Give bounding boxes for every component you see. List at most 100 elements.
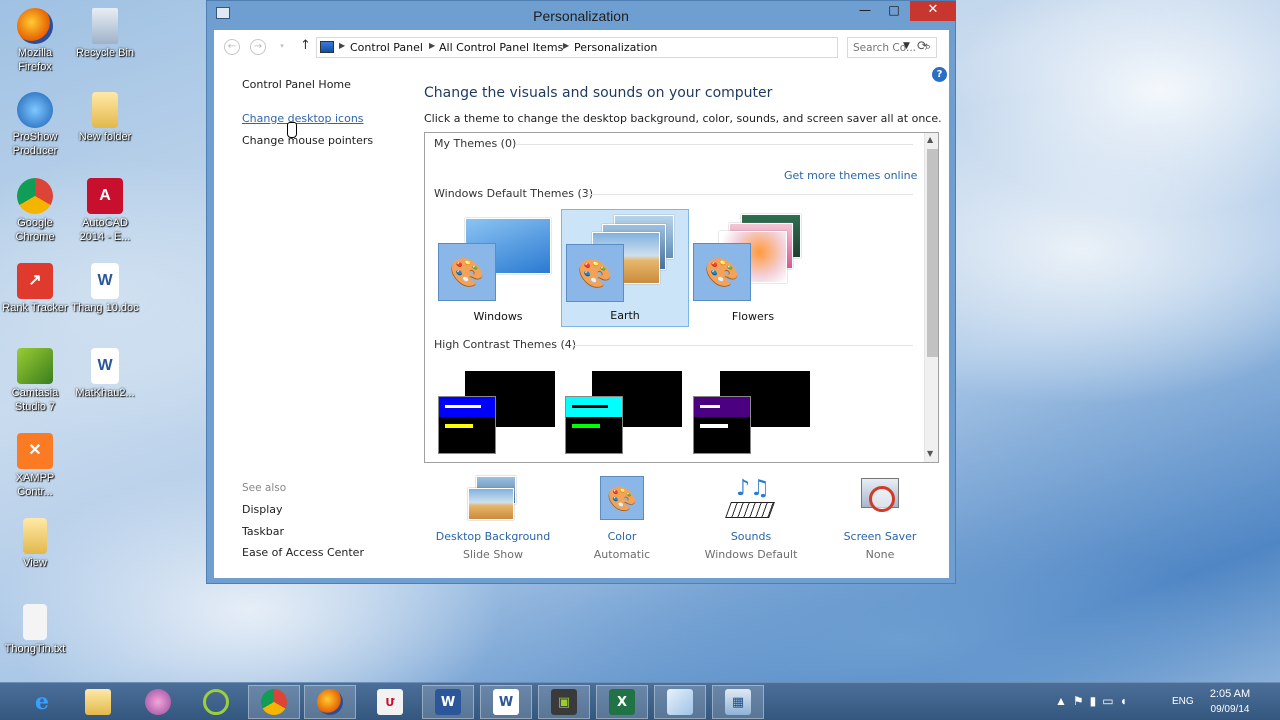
taskbar-file-explorer[interactable] [72, 685, 124, 719]
theme-high-contrast-2[interactable] [561, 361, 689, 462]
title-bar[interactable]: Personalization — □ ✕ [207, 1, 956, 30]
taskbar-firefox[interactable] [304, 685, 356, 719]
taskbar-app-12[interactable] [654, 685, 706, 719]
clock-date[interactable]: 09/09/14 [1205, 704, 1255, 715]
word-document-icon: W [91, 348, 119, 384]
up-button[interactable]: ↑ [300, 38, 311, 53]
hc-text-bar [572, 405, 608, 408]
taskbar-camtasia[interactable]: ▣ [538, 685, 590, 719]
chevron-up-icon[interactable]: ▲ [927, 135, 933, 144]
ease-of-access-link[interactable]: Ease of Access Center [242, 546, 364, 559]
setting-label[interactable]: Desktop Background [428, 530, 558, 543]
setting-label[interactable]: Sounds [686, 530, 816, 543]
desktop-icon-recycle-bin[interactable]: Recycle Bin [70, 8, 140, 60]
taskbar-app-7[interactable]: Ư [364, 685, 416, 719]
taskbar-internet-explorer[interactable]: e [16, 685, 68, 719]
taskbar-chrome[interactable] [248, 685, 300, 719]
setting-label[interactable]: Screen Saver [815, 530, 945, 543]
display-link[interactable]: Display [242, 503, 283, 516]
sounds-setting[interactable]: ♪♫ Sounds Windows Default [686, 476, 816, 561]
folder-icon [92, 92, 118, 128]
desktop-background-setting[interactable]: Desktop Background Slide Show [428, 476, 558, 561]
search-input[interactable] [848, 38, 916, 57]
desktop-icon-xampp[interactable]: ✕ XAMPP Contr... [0, 433, 70, 499]
recent-locations-button[interactable]: ▾ [274, 39, 290, 55]
chevron-right-icon[interactable]: ▶ [429, 41, 435, 50]
taskbar-app-4[interactable] [190, 685, 242, 719]
desktop-icon-autocad[interactable]: A AutoCAD 2014 - E... [70, 178, 140, 244]
desktop-icon-camtasia[interactable]: Camtasia Studio 7 [0, 348, 70, 414]
page-description: Click a theme to change the desktop back… [424, 112, 942, 125]
taskbar-control-panel[interactable]: ▦ [712, 685, 764, 719]
mascot-icon [145, 689, 171, 715]
word-icon: W [435, 689, 461, 715]
desktop-icon-proshow[interactable]: ProShow Producer [0, 92, 70, 158]
tray-icons[interactable]: ▲⚑▮▭◖ [1055, 694, 1133, 708]
back-button[interactable]: ← [224, 39, 240, 55]
color-setting[interactable]: 🎨 Color Automatic [557, 476, 687, 561]
desktop-icon-view[interactable]: View [0, 518, 70, 570]
scrollbar-thumb[interactable] [927, 149, 938, 357]
screen-saver-icon [853, 476, 907, 524]
desktop-icon-label: Thang 10.doc [71, 302, 139, 314]
desktop-icon-thongtin[interactable]: ThongTin.txt [0, 604, 70, 656]
maximize-button[interactable]: □ [881, 1, 907, 21]
theme-high-contrast-1[interactable] [434, 361, 562, 462]
forward-button[interactable]: → [250, 39, 266, 55]
excel-icon: X [609, 689, 635, 715]
themes-list[interactable]: My Themes (0) Get more themes online Win… [424, 132, 939, 463]
theme-earth[interactable]: 🎨 Earth [561, 209, 689, 327]
see-also-heading: See also [242, 482, 287, 494]
chevron-down-icon[interactable]: ▼ [927, 449, 933, 458]
camera-icon: ▣ [551, 689, 577, 715]
hc-accent-bar [572, 424, 600, 428]
xampp-icon: ✕ [17, 433, 53, 469]
desktop-icon-rank-tracker[interactable]: ↗ Rank Tracker [0, 263, 70, 315]
my-themes-heading: My Themes (0) [434, 137, 517, 150]
themes-scrollbar[interactable]: ▲ ▼ [924, 133, 938, 462]
folder-icon [23, 518, 47, 554]
high-contrast-heading: High Contrast Themes (4) [434, 338, 577, 351]
taskbar-excel[interactable]: X [596, 685, 648, 719]
theme-high-contrast-3[interactable] [689, 361, 817, 462]
breadcrumb-control-panel[interactable]: Control Panel [350, 41, 423, 54]
change-mouse-pointers-link[interactable]: Change mouse pointers [242, 134, 373, 147]
desktop-icon-chrome[interactable]: Google Chrome [0, 178, 70, 244]
clock-time[interactable]: 2:05 AM [1205, 688, 1255, 700]
desktop-icon-label: ThongTin.txt [4, 643, 66, 655]
divider [515, 144, 913, 145]
screen-saver-setting[interactable]: Screen Saver None [815, 476, 945, 561]
desktop-icon-firefox[interactable]: Mozilla Firefox [0, 8, 70, 74]
control-panel-home-link[interactable]: Control Panel Home [242, 78, 351, 91]
address-bar[interactable]: ▶ Control Panel ▶ All Control Panel Item… [316, 37, 928, 58]
theme-windows[interactable]: 🎨 Windows [434, 209, 562, 327]
get-more-themes-link[interactable]: Get more themes online [784, 169, 917, 182]
divider [585, 194, 913, 195]
hc-text-bar [700, 405, 720, 408]
change-desktop-icons-link[interactable]: Change desktop icons [242, 112, 364, 125]
minimize-button[interactable]: — [852, 1, 878, 21]
taskbar-word-2[interactable]: W [480, 685, 532, 719]
theme-name: Flowers [731, 310, 775, 323]
theme-name: Windows [473, 310, 523, 323]
desktop-icon-thang-doc[interactable]: W Thang 10.doc [70, 263, 140, 315]
breadcrumb-all-items[interactable]: All Control Panel Items [439, 41, 563, 54]
close-button[interactable]: ✕ [910, 1, 956, 21]
taskbar-word-1[interactable]: W [422, 685, 474, 719]
help-icon[interactable]: ? [932, 67, 947, 82]
theme-flowers[interactable]: 🎨 Flowers [689, 209, 817, 327]
desktop-icon-new-folder[interactable]: New folder [70, 92, 140, 144]
window-client: ← → ▾ ↑ ▶ Control Panel ▶ All Control Pa… [214, 30, 949, 578]
desktop-icon-label: Recycle Bin [75, 47, 135, 59]
desktop-icon-label: MatKhau2... [75, 387, 135, 399]
input-language[interactable]: ENG [1172, 696, 1194, 707]
search-icon[interactable]: ⌕ [925, 40, 931, 54]
taskbar-app-3[interactable] [132, 685, 184, 719]
breadcrumb-personalization[interactable]: Personalization [574, 41, 657, 54]
desktop-icon-matkhau[interactable]: W MatKhau2... [70, 348, 140, 400]
word-icon: W [493, 689, 519, 715]
taskbar-link[interactable]: Taskbar [242, 525, 284, 538]
desktop-icon-label: ProShow Producer [12, 131, 58, 157]
chevron-right-icon[interactable]: ▶ [563, 41, 569, 50]
setting-label[interactable]: Color [557, 530, 687, 543]
